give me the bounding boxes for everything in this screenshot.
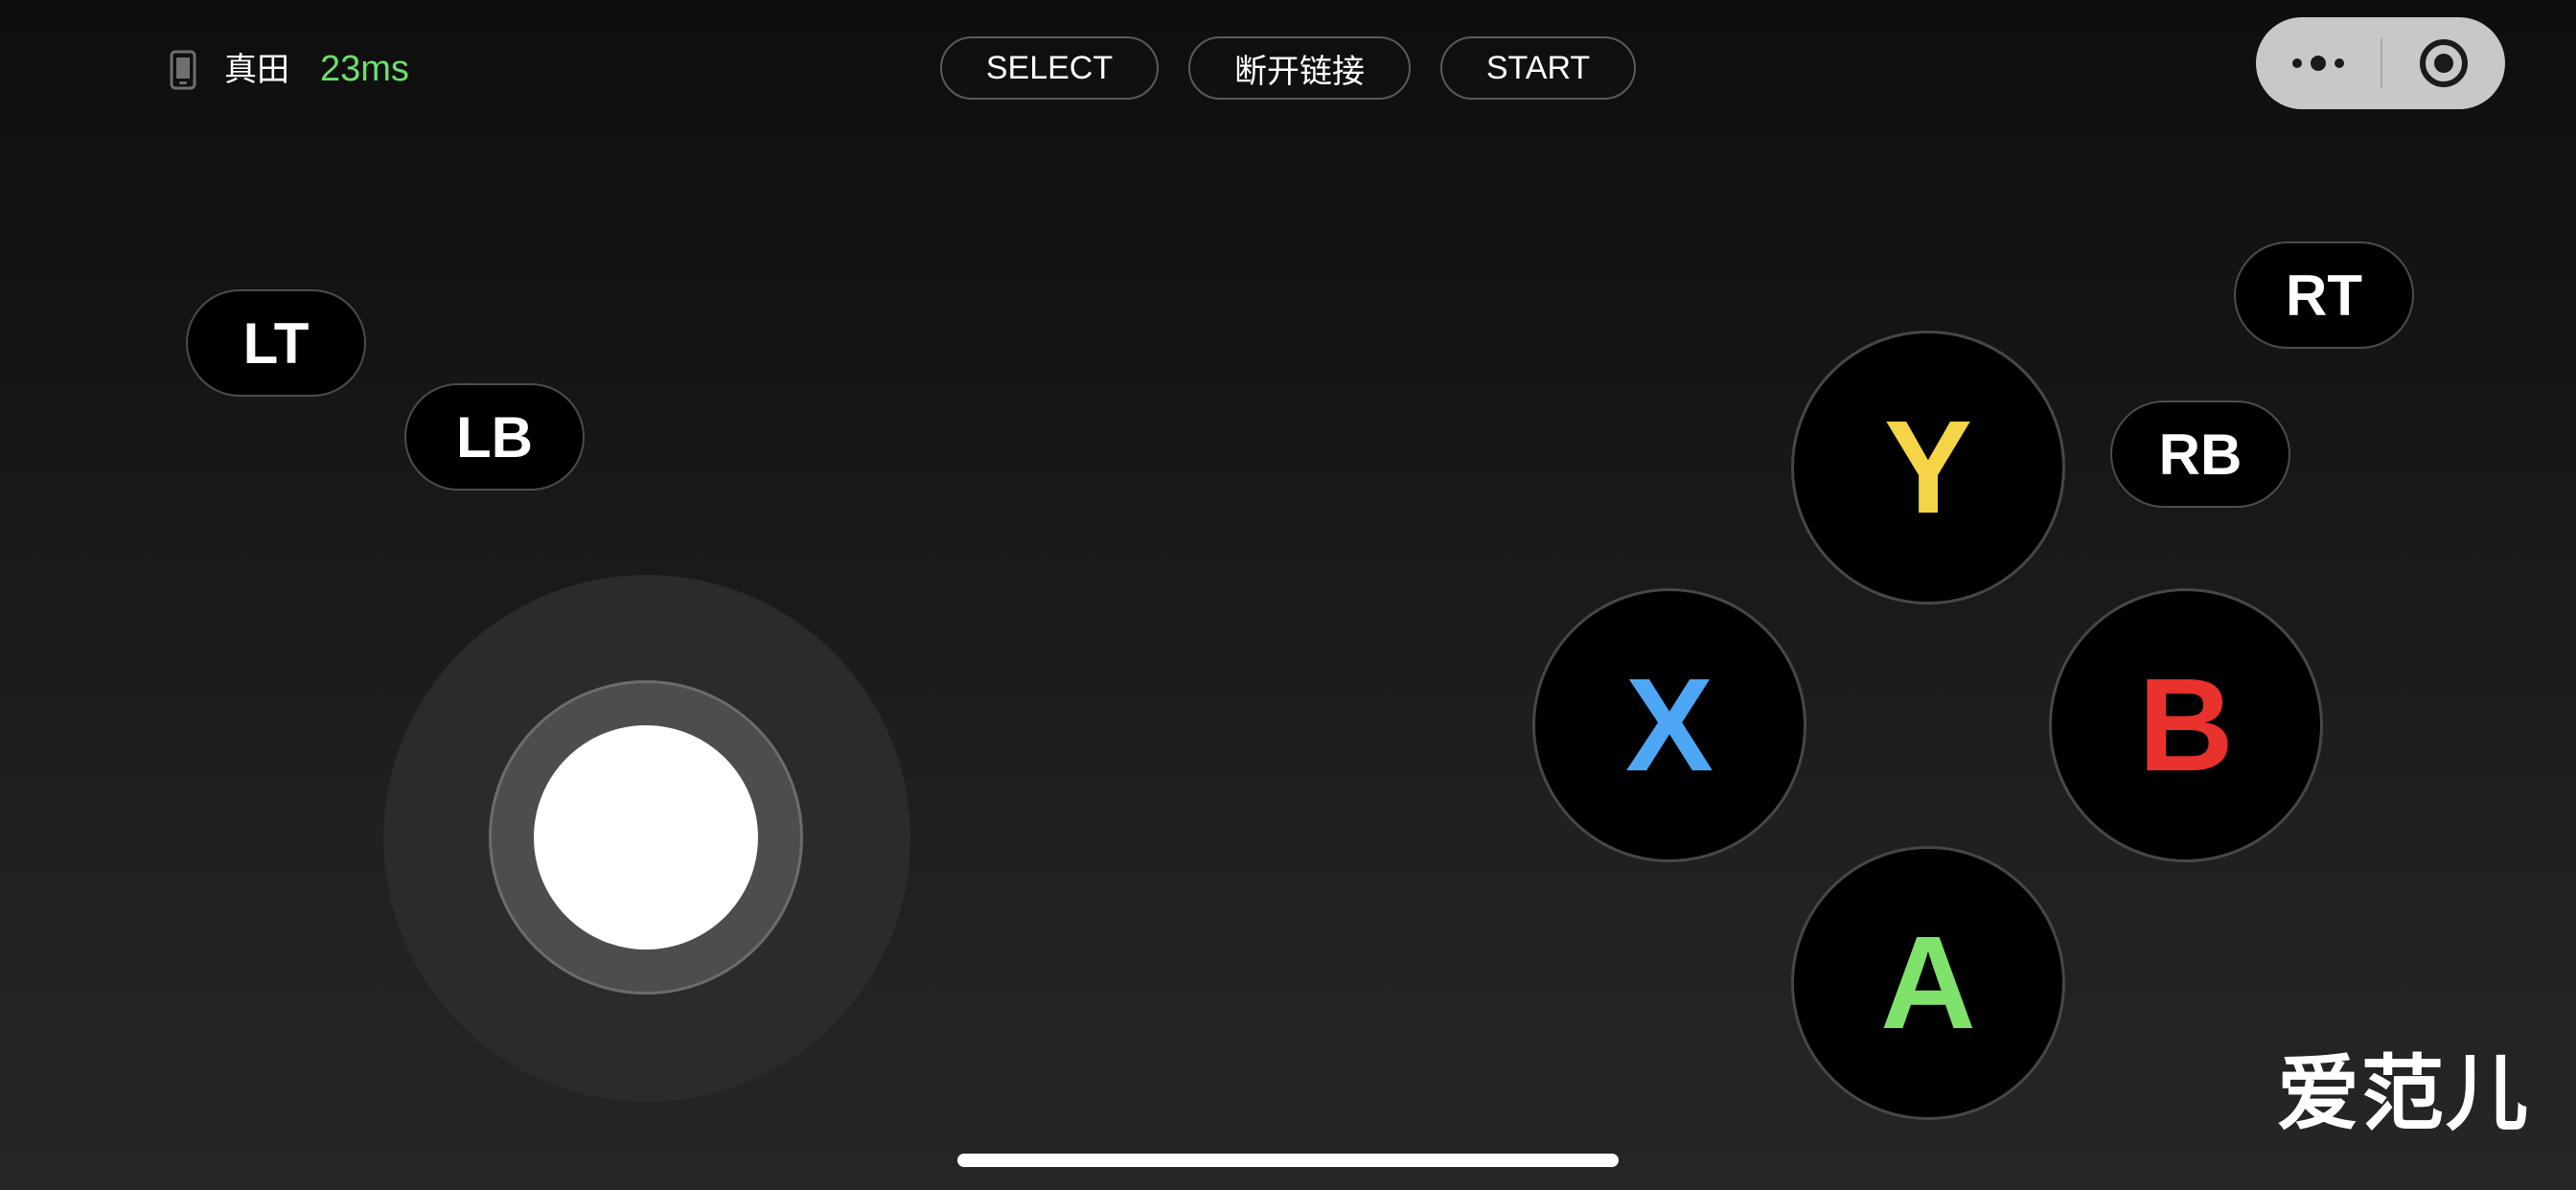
y-button[interactable]: Y	[1791, 331, 2065, 605]
target-circle-icon	[2420, 39, 2468, 87]
phone-icon	[170, 50, 196, 90]
rt-button[interactable]: RT	[2234, 241, 2414, 349]
a-button[interactable]: A	[1791, 846, 2065, 1120]
lb-button[interactable]: LB	[404, 383, 585, 491]
more-dots-icon	[2292, 56, 2344, 71]
mini-program-capsule	[2256, 17, 2505, 109]
home-indicator[interactable]	[957, 1154, 1619, 1167]
device-name: 真田	[224, 52, 289, 88]
start-button[interactable]: START	[1440, 36, 1636, 100]
more-button[interactable]	[2256, 17, 2380, 109]
b-button[interactable]: B	[2049, 588, 2323, 862]
latency-readout: 23ms	[320, 49, 409, 89]
select-button[interactable]: SELECT	[940, 36, 1159, 100]
close-button[interactable]	[2382, 17, 2505, 109]
rb-button[interactable]: RB	[2110, 400, 2290, 508]
x-button[interactable]: X	[1532, 588, 1806, 862]
watermark-logo: 爱范儿	[2277, 1048, 2530, 1140]
lt-button[interactable]: LT	[186, 289, 366, 397]
disconnect-button[interactable]: 断开链接	[1188, 36, 1411, 100]
joystick-knob[interactable]	[534, 725, 758, 950]
